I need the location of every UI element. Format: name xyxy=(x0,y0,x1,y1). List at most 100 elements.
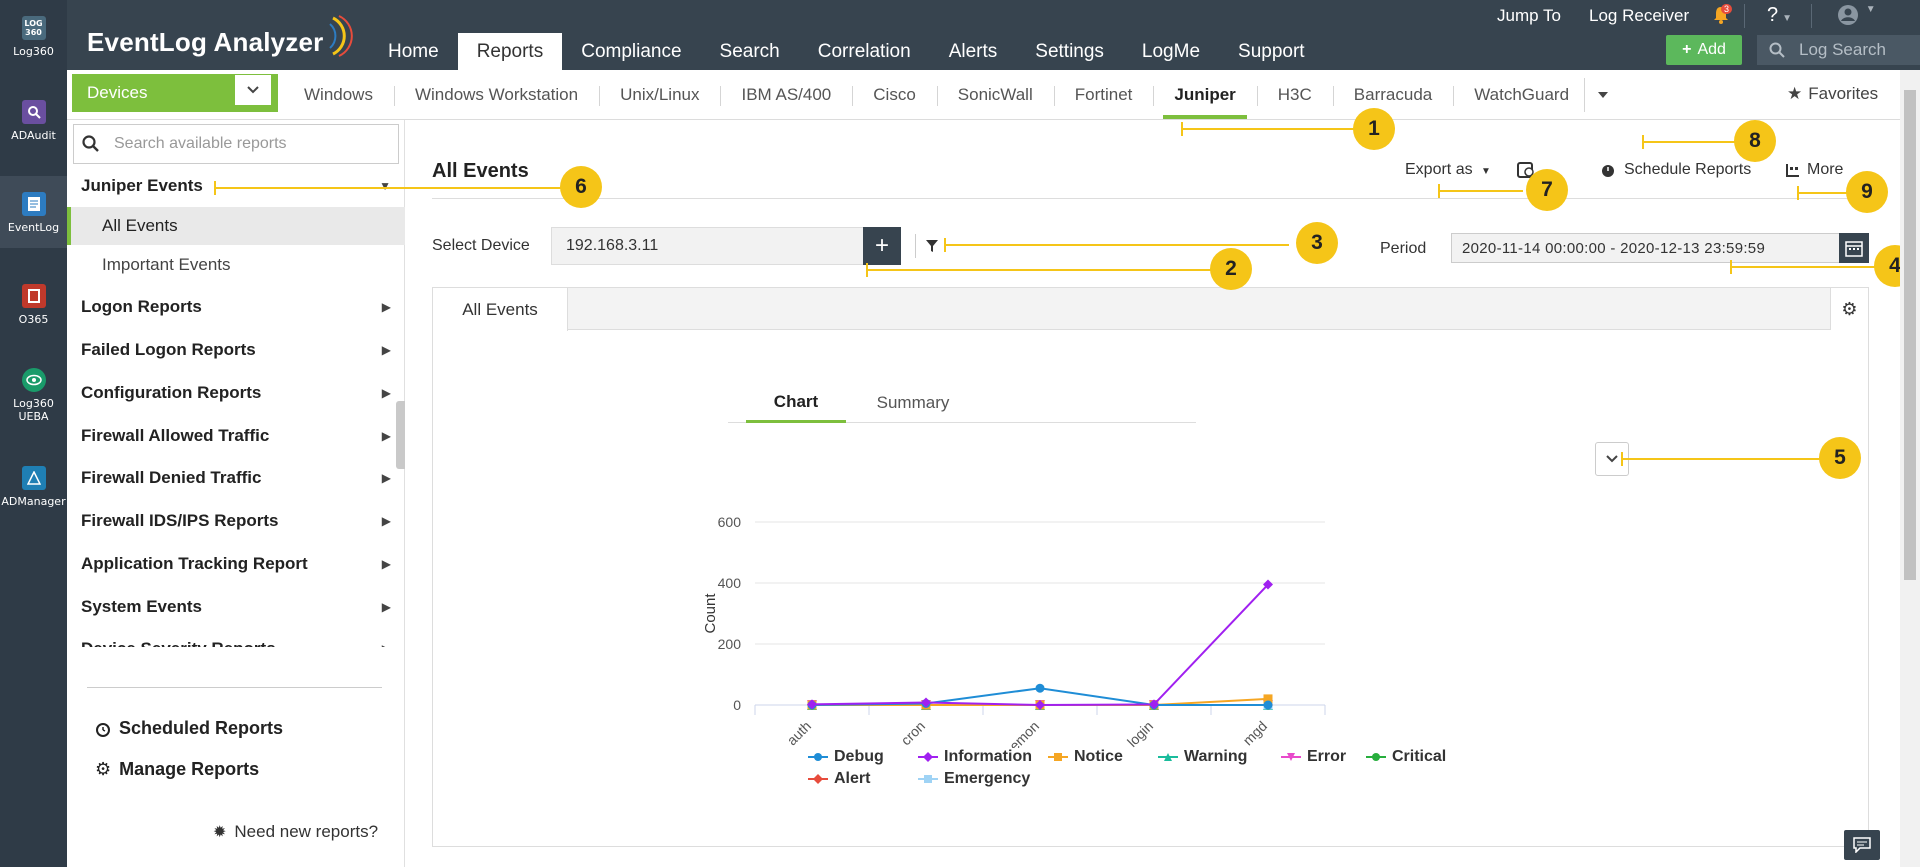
tab-reports[interactable]: Reports xyxy=(457,33,563,70)
device-tab-ibm-as400[interactable]: IBM AS/400 xyxy=(720,70,852,120)
sidebar-group-application-tracking[interactable]: Application Tracking Report ▶ xyxy=(81,554,391,574)
devices-caret-button[interactable] xyxy=(234,74,272,106)
eventlog-icon xyxy=(21,192,46,216)
rail-item-eventlog[interactable]: EventLog xyxy=(0,176,67,248)
caret-right-icon: ▶ xyxy=(381,300,391,314)
page-scrollbar[interactable] xyxy=(1900,70,1920,867)
sidebar-collapse-handle[interactable] xyxy=(396,401,405,469)
device-tab-windows[interactable]: Windows xyxy=(283,70,394,120)
more-devices-button[interactable] xyxy=(1584,78,1620,112)
tab-all-events[interactable]: All Events xyxy=(433,288,568,331)
scheduled-reports-link[interactable]: Scheduled Reports xyxy=(95,718,283,739)
rail-item-o365[interactable]: O365 xyxy=(0,268,67,340)
add-device-button[interactable]: + xyxy=(863,227,901,265)
tab-alerts[interactable]: Alerts xyxy=(930,33,1017,70)
device-input[interactable]: 192.168.3.11 xyxy=(551,227,869,265)
rail-item-ueba[interactable]: Log360 UEBA xyxy=(0,352,67,432)
manage-reports-link[interactable]: ⚙ Manage Reports xyxy=(95,759,259,780)
notifications-button[interactable]: 3 xyxy=(1712,4,1733,30)
device-tab-juniper[interactable]: Juniper xyxy=(1153,70,1256,120)
device-tab-unix-linux[interactable]: Unix/Linux xyxy=(599,70,720,120)
callout-badge: 5 xyxy=(1819,437,1861,479)
schedule-reports-button[interactable]: Schedule Reports xyxy=(1600,161,1751,179)
schedule-reports-label: Schedule Reports xyxy=(1624,161,1752,178)
tab-correlation[interactable]: Correlation xyxy=(799,33,930,70)
legend-swatch-icon xyxy=(918,775,938,783)
device-tab-h3c[interactable]: H3C xyxy=(1256,70,1333,120)
sidebar-item-important-events[interactable]: Important Events xyxy=(67,246,405,284)
y-axis-label: Count xyxy=(702,593,719,634)
device-tab-cisco[interactable]: Cisco xyxy=(852,70,937,120)
period-input[interactable]: 2020-11-14 00:00:00 - 2020-12-13 23:59:5… xyxy=(1451,233,1851,263)
panel-settings-button[interactable]: ⚙ xyxy=(1830,288,1868,330)
legend-item[interactable]: Critical xyxy=(1366,748,1446,766)
device-tab-sonicwall[interactable]: SonicWall xyxy=(936,70,1054,120)
user-menu-button[interactable]: ▼ xyxy=(1837,4,1876,31)
export-as-dropdown[interactable]: Export as ▼ xyxy=(1405,161,1491,179)
legend-item[interactable]: Information xyxy=(918,748,1032,766)
sidebar-group-logon-reports[interactable]: Logon Reports ▶ xyxy=(81,297,391,317)
group-label: Application Tracking Report xyxy=(81,554,308,573)
sidebar-group-system-events[interactable]: System Events ▶ xyxy=(81,597,391,617)
tab-logme[interactable]: LogMe xyxy=(1123,33,1219,70)
help-button[interactable]: ? ▼ xyxy=(1767,4,1792,27)
report-search-input[interactable]: Search available reports xyxy=(73,124,399,164)
tab-chart[interactable]: Chart xyxy=(746,383,846,423)
group-label: Firewall IDS/IPS Reports xyxy=(81,511,279,530)
user-avatar-icon xyxy=(1838,5,1858,25)
need-new-reports-link[interactable]: ✹ Need new reports? xyxy=(213,822,378,842)
scheduled-reports-label: Scheduled Reports xyxy=(119,718,284,738)
callout-leader xyxy=(214,181,569,195)
rail-label: ADManager xyxy=(1,495,66,508)
chat-button[interactable] xyxy=(1844,830,1880,860)
favorites-button[interactable]: ★ Favorites xyxy=(1787,84,1878,104)
tab-home[interactable]: Home xyxy=(369,33,458,70)
device-tab-watchguard[interactable]: WatchGuard xyxy=(1453,70,1590,120)
device-tab-barracuda[interactable]: Barracuda xyxy=(1332,70,1453,120)
legend-item[interactable]: Error xyxy=(1281,748,1346,766)
sidebar-item-all-events[interactable]: All Events xyxy=(67,207,405,245)
scrollbar-thumb[interactable] xyxy=(1904,90,1916,580)
legend-item[interactable]: Alert xyxy=(808,770,870,788)
more-button[interactable]: More xyxy=(1785,161,1843,179)
group-label: Juniper Events xyxy=(81,176,203,195)
tab-support[interactable]: Support xyxy=(1219,33,1324,70)
sidebar-group-firewall-ids-ips[interactable]: Firewall IDS/IPS Reports ▶ xyxy=(81,511,391,531)
sidebar-group-firewall-denied-traffic[interactable]: Firewall Denied Traffic ▶ xyxy=(81,468,391,488)
jump-to-link[interactable]: Jump To xyxy=(1497,6,1561,26)
filter-button[interactable] xyxy=(915,234,939,258)
device-tab-fortinet[interactable]: Fortinet xyxy=(1053,70,1154,120)
sidebar-group-configuration-reports[interactable]: Configuration Reports ▶ xyxy=(81,383,391,403)
group-label: Firewall Denied Traffic xyxy=(81,468,262,487)
add-label: Add xyxy=(1697,41,1726,58)
sidebar-clip: Device Severity Reports ▶ xyxy=(67,635,405,647)
group-label: Firewall Allowed Traffic xyxy=(81,426,270,445)
legend-item[interactable]: Debug xyxy=(808,748,884,766)
rail-item-log360[interactable]: LOG 360 Log360 xyxy=(0,0,67,72)
calendar-button[interactable] xyxy=(1839,233,1869,263)
sidebar-group-firewall-allowed-traffic[interactable]: Firewall Allowed Traffic ▶ xyxy=(81,426,391,446)
legend-item[interactable]: Emergency xyxy=(918,770,1030,788)
sidebar-group-failed-logon-reports[interactable]: Failed Logon Reports ▶ xyxy=(81,340,391,360)
chart-tabs: Chart Summary xyxy=(728,383,1196,423)
callout-leader xyxy=(1621,452,1821,466)
sidebar-group-juniper-events[interactable]: Juniper Events ▼ xyxy=(81,176,391,196)
legend-item[interactable]: Notice xyxy=(1048,748,1123,766)
device-bar: Devices Windows Windows Workstation Unix… xyxy=(67,70,1920,120)
legend-item[interactable]: Warning xyxy=(1158,748,1247,766)
period-label: Period xyxy=(1380,240,1427,257)
tab-compliance[interactable]: Compliance xyxy=(562,33,700,70)
rail-item-adaudit[interactable]: ADAudit xyxy=(0,84,67,156)
add-button[interactable]: + Add xyxy=(1666,35,1742,65)
legend-label: Debug xyxy=(834,748,884,765)
tab-summary[interactable]: Summary xyxy=(853,383,973,423)
log-receiver-link[interactable]: Log Receiver xyxy=(1589,6,1689,26)
tab-search[interactable]: Search xyxy=(701,33,799,70)
device-tab-windows-workstation[interactable]: Windows Workstation xyxy=(393,70,599,120)
sidebar-group-device-severity[interactable]: Device Severity Reports ▶ xyxy=(81,639,391,647)
rail-label: Log360 UEBA xyxy=(13,397,54,423)
callout-leader xyxy=(866,263,1211,277)
tab-settings[interactable]: Settings xyxy=(1016,33,1123,70)
rail-item-admanager[interactable]: ADManager xyxy=(0,450,67,522)
log-search-input[interactable]: Log Search xyxy=(1757,35,1920,65)
